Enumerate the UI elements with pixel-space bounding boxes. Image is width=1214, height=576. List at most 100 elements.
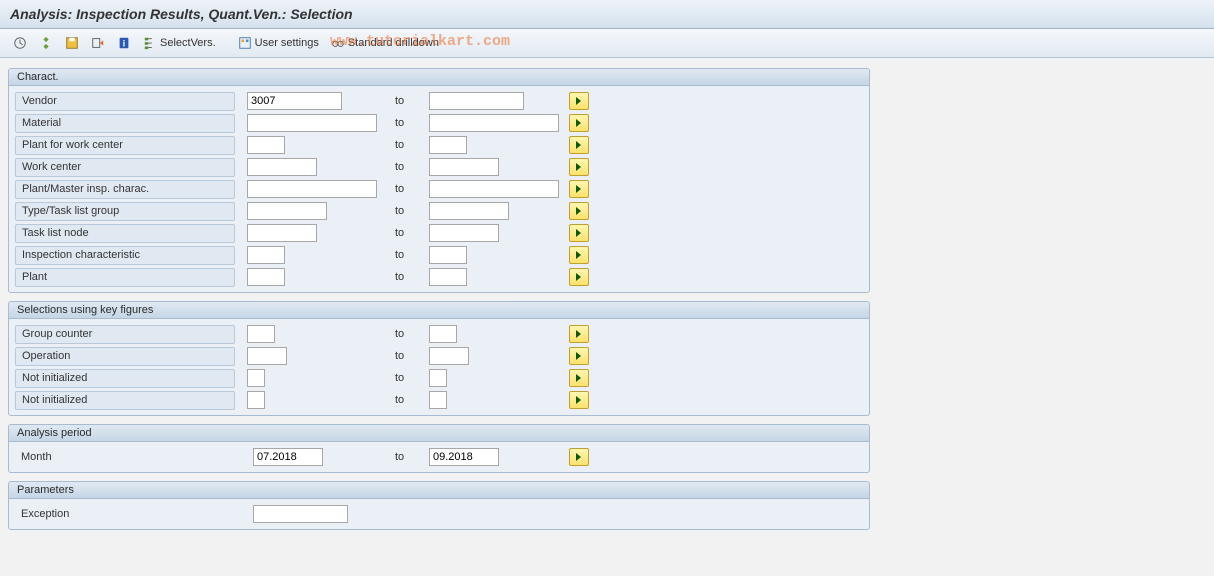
multiple-selection-button[interactable] [569,92,589,110]
multiple-selection-button[interactable] [569,325,589,343]
diamond-arrows-icon [39,36,53,50]
goto-arrow-icon [91,36,105,50]
field-label: Inspection characteristic [15,246,235,265]
to-input[interactable] [429,202,509,220]
field-row: Monthto [9,446,869,468]
arrow-right-icon [574,162,584,172]
to-input[interactable] [429,391,447,409]
user-settings-icon [238,36,252,50]
field-row: Group counterto [9,323,869,345]
field-label: Plant [15,268,235,287]
from-input[interactable] [253,505,348,523]
to-input[interactable] [429,224,499,242]
from-input[interactable] [247,224,317,242]
field-row: Plant/Master insp. charac. to [9,178,869,200]
to-label: to [395,328,404,340]
field-row: Task list nodeto [9,222,869,244]
group-keyfig: Selections using key figures Group count… [8,301,870,416]
from-input[interactable] [247,347,287,365]
arrow-right-icon [574,329,584,339]
to-input[interactable] [429,325,457,343]
field-row: Material to [9,112,869,134]
to-input[interactable] [429,180,559,198]
info-button[interactable]: i [112,33,136,53]
multiple-selection-button[interactable] [569,369,589,387]
field-label: Plant/Master insp. charac. [15,180,235,199]
from-input[interactable] [247,158,317,176]
toolbar: i SelectVers. User settings Standard dri… [0,29,1214,58]
goto-button[interactable] [86,33,110,53]
execute-print-button[interactable] [34,33,58,53]
from-input[interactable] [247,180,377,198]
from-input[interactable] [247,202,327,220]
to-input[interactable] [429,268,467,286]
save-icon [65,36,79,50]
arrow-right-icon [574,206,584,216]
to-input[interactable] [429,158,499,176]
user-settings-button[interactable]: User settings [233,33,324,53]
field-row: Type/Task list groupto [9,200,869,222]
from-input[interactable] [253,448,323,466]
arrow-right-icon [574,395,584,405]
from-input[interactable] [247,268,285,286]
to-input[interactable] [429,347,469,365]
field-label: Material [15,114,235,133]
group-keyfig-title: Selections using key figures [9,302,869,319]
to-input[interactable] [429,114,559,132]
field-row: Operationto [9,345,869,367]
to-label: to [395,183,404,195]
multiple-selection-button[interactable] [569,158,589,176]
field-label: Month [15,451,241,463]
multiple-selection-button[interactable] [569,268,589,286]
std-drilldown-label: Standard drilldown [348,37,439,49]
arrow-right-icon [574,96,584,106]
multiple-selection-button[interactable] [569,180,589,198]
multiple-selection-button[interactable] [569,246,589,264]
multiple-selection-button[interactable] [569,202,589,220]
multiple-selection-button[interactable] [569,224,589,242]
from-input[interactable] [247,369,265,387]
to-input[interactable] [429,136,467,154]
field-label: Vendor [15,92,235,111]
arrow-right-icon [574,452,584,462]
from-input[interactable] [247,246,285,264]
to-label: to [395,161,404,173]
from-input[interactable] [247,92,342,110]
arrow-right-icon [574,118,584,128]
from-input[interactable] [247,136,285,154]
group-params: Parameters Exception [8,481,870,530]
field-label: Plant for work center [15,136,235,155]
from-input[interactable] [247,391,265,409]
from-input[interactable] [247,325,275,343]
from-input[interactable] [247,114,377,132]
to-label: to [395,139,404,151]
field-label: Operation [15,347,235,366]
group-period-title: Analysis period [9,425,869,442]
save-button[interactable] [60,33,84,53]
select-vers-button[interactable]: SelectVers. [138,33,221,53]
svg-text:i: i [123,39,125,49]
to-input[interactable] [429,92,524,110]
to-input[interactable] [429,246,467,264]
arrow-right-icon [574,351,584,361]
to-input[interactable] [429,369,447,387]
multiple-selection-button[interactable] [569,448,589,466]
to-input[interactable] [429,448,499,466]
info-icon: i [117,36,131,50]
field-row: Exception [9,503,869,525]
to-label: to [395,394,404,406]
hierarchy-icon [143,36,157,50]
clock-execute-icon [13,36,27,50]
glasses-icon [331,36,345,50]
field-row: Not initializedto [9,389,869,411]
execute-button[interactable] [8,33,32,53]
multiple-selection-button[interactable] [569,347,589,365]
multiple-selection-button[interactable] [569,391,589,409]
field-label: Type/Task list group [15,202,235,221]
multiple-selection-button[interactable] [569,114,589,132]
multiple-selection-button[interactable] [569,136,589,154]
to-label: to [395,271,404,283]
std-drilldown-button[interactable]: Standard drilldown [326,33,444,53]
group-params-title: Parameters [9,482,869,499]
to-label: to [395,117,404,129]
